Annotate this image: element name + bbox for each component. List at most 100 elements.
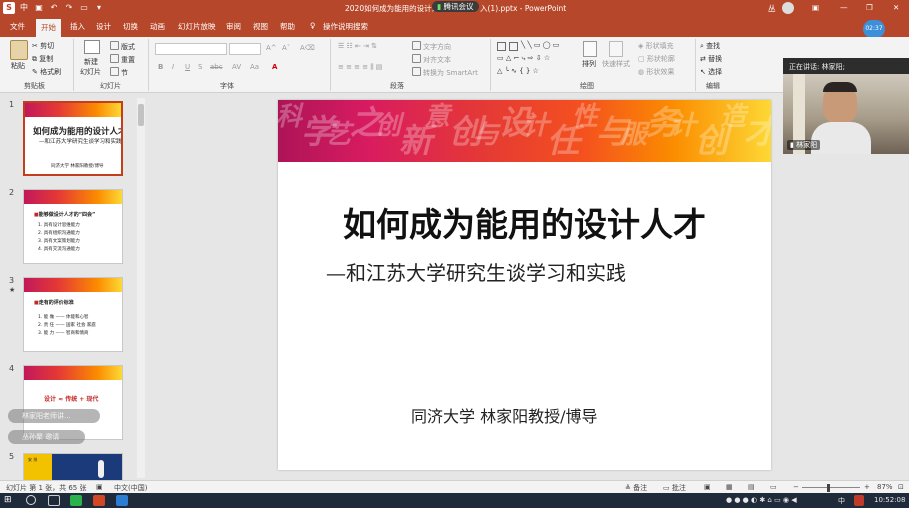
new-slide-button-line2[interactable]: 幻灯片 <box>80 67 101 77</box>
close-icon[interactable]: ✕ <box>893 3 899 12</box>
tab-slideshow[interactable]: 幻灯片放映 <box>178 21 216 32</box>
slide-thumbnail-4[interactable]: 设计 ≈ 传统 + 现代 <box>23 365 123 440</box>
text-direction-button[interactable]: 文字方向 <box>412 41 451 52</box>
quick-styles-button[interactable]: 快速样式 <box>602 59 630 69</box>
align-icons[interactable]: ≡ ≡ ≡ ≡ ⫼ ▤ <box>338 63 382 72</box>
zoom-slider-track[interactable] <box>802 487 860 488</box>
search-icon[interactable] <box>26 495 36 505</box>
slide-thumbnail-2[interactable]: ■能够做设计人才的“四会” 1. 具有设计思维能力 2. 具有组织沟通能力 3.… <box>23 189 123 264</box>
slide-sorter-icon[interactable]: ▦ <box>726 483 733 491</box>
font-name-combo[interactable] <box>155 43 227 55</box>
arrange-button[interactable]: 排列 <box>582 59 596 69</box>
slide-footer[interactable]: 同济大学 林家阳教授/博导 <box>411 403 597 427</box>
restore-icon[interactable]: ❐ <box>866 3 873 12</box>
zoom-slider-handle[interactable] <box>827 484 830 492</box>
shape-fill-button[interactable]: ◈ 形状填充 <box>638 41 674 51</box>
meeting-taskbar-icon[interactable] <box>116 495 128 506</box>
slide-subtitle[interactable]: —和江苏大学研究生谈学习和实践 <box>326 257 626 286</box>
thumbnail-scroll-thumb[interactable] <box>138 104 144 126</box>
ime-indicator[interactable]: 中 <box>18 2 30 14</box>
tab-animations[interactable]: 动画 <box>150 21 165 32</box>
main-slide[interactable]: 科学艺之创新意创与设计任性与服务计创造才 如何成为能用的设计人才 —和江苏大学研… <box>278 100 771 470</box>
shape-triangle-icon[interactable]: ▭ △ ⌐ ⤷ ⇨ ⇩ ☆ <box>497 54 550 63</box>
shape-outline-button[interactable]: ▢ 形状轮廓 <box>638 54 675 64</box>
normal-view-icon[interactable]: ▣ <box>704 483 711 491</box>
layout-button[interactable]: 版式 <box>110 41 135 52</box>
tab-help[interactable]: 帮助 <box>280 21 295 32</box>
slide-thumbnail-3[interactable]: ■走有的评价标准 1. 能 做 —— 体能和心智 2. 责 任 —— 国家 社会… <box>23 277 123 352</box>
font-color-icon[interactable]: A <box>272 63 277 71</box>
shape-textbox-icon[interactable] <box>509 42 518 51</box>
fit-slide-icon[interactable]: ⊡ <box>898 483 904 491</box>
font-size-combo[interactable] <box>229 43 261 55</box>
windows-start-icon[interactable]: ⊞ <box>4 495 16 506</box>
paste-icon[interactable] <box>10 40 28 60</box>
shape-arrow-icon[interactable]: △ ╰ ∿ { } ☆ <box>497 67 539 75</box>
slide-thumbnail-1[interactable]: 如何成为能用的设计人才 —和江苏大学研究生谈学习和实践 同济大学 林家阳教授/博… <box>23 101 123 176</box>
wechat-icon[interactable] <box>70 495 82 506</box>
grow-font-icon[interactable]: A^ <box>266 44 277 52</box>
zoom-in-button[interactable]: + <box>864 483 870 491</box>
char-spacing-icon[interactable]: AV <box>232 63 241 71</box>
select-button[interactable]: ↖ 选择 <box>700 67 722 77</box>
tell-me-search[interactable]: 操作说明搜索 <box>323 21 368 32</box>
comments-button[interactable]: ▭ 批注 <box>663 483 686 493</box>
replace-button[interactable]: ⇄ 替换 <box>700 54 722 64</box>
minimize-icon[interactable]: — <box>840 3 848 12</box>
tray-icons[interactable]: ● ● ● ◐ ✱ ⌂ ▭ ◉ ◀ <box>726 496 797 504</box>
thumbnail-scrollbar[interactable] <box>137 98 145 478</box>
new-slide-button[interactable]: 新建 <box>84 57 98 67</box>
undo-icon[interactable]: ↶ <box>48 2 60 14</box>
tab-design[interactable]: 设计 <box>96 21 111 32</box>
redo-icon[interactable]: ↷ <box>63 2 75 14</box>
slide-counter[interactable]: 幻灯片 第 1 张，共 65 张 <box>6 483 87 493</box>
slideshow-view-icon[interactable]: ▭ <box>770 483 777 491</box>
chat-notification[interactable]: 林家阳老师讲... <box>8 409 100 423</box>
present-icon[interactable]: ▭ <box>78 2 90 14</box>
slide-thumbnail-5[interactable]: 安 排 <box>23 453 123 480</box>
tab-transitions[interactable]: 切换 <box>123 21 138 32</box>
align-text-button[interactable]: 对齐文本 <box>412 54 451 65</box>
task-view-icon[interactable] <box>48 495 60 506</box>
smartart-button[interactable]: 转换为 SmartArt <box>412 67 478 78</box>
ribbon-display-icon[interactable]: ▣ <box>812 3 819 12</box>
shape-rect-icon[interactable] <box>497 42 506 51</box>
new-slide-icon[interactable] <box>84 40 100 54</box>
chat-notification[interactable]: 丛孙聚 邀请 <box>8 430 85 444</box>
shrink-font-icon[interactable]: Aˇ <box>282 44 290 52</box>
copy-button[interactable]: ⧉ 复制 <box>32 54 53 64</box>
zoom-level[interactable]: 87% <box>877 483 893 491</box>
meeting-timer[interactable]: 02:37 <box>863 20 885 38</box>
shape-effects-button[interactable]: ◍ 形状效果 <box>638 67 674 77</box>
find-button[interactable]: ⌕ 查找 <box>700 41 720 51</box>
quick-styles-icon[interactable] <box>609 41 623 57</box>
sogou-icon[interactable] <box>854 495 864 506</box>
zoom-out-button[interactable]: − <box>793 483 799 491</box>
clear-format-icon[interactable]: A⌫ <box>300 44 315 52</box>
meeting-badge[interactable]: ▮ 腾讯会议 <box>432 1 479 12</box>
tab-file[interactable]: 文件 <box>10 21 25 32</box>
spellcheck-icon[interactable]: ▣ <box>96 483 103 491</box>
customize-icon[interactable]: ▾ <box>93 2 105 14</box>
section-button[interactable]: 节 <box>110 67 128 78</box>
ime-tray[interactable]: 中 <box>838 496 845 506</box>
app-logo-icon[interactable]: S <box>3 2 15 14</box>
reset-button[interactable]: 重置 <box>110 54 135 65</box>
shape-line-icon[interactable]: ╲ ╲ ▭ ◯ ▭ <box>521 41 559 49</box>
user-avatar[interactable] <box>782 2 794 14</box>
tab-home[interactable]: 开始 <box>36 19 61 37</box>
notes-button[interactable]: ≜ 备注 <box>625 483 647 493</box>
reading-view-icon[interactable]: ▤ <box>748 483 755 491</box>
slide-title[interactable]: 如何成为能用的设计人才 <box>278 198 771 246</box>
language-indicator[interactable]: 中文(中国) <box>114 483 147 493</box>
powerpoint-taskbar-icon[interactable] <box>93 495 105 506</box>
bold-button[interactable]: B <box>158 63 163 71</box>
bullets-icon[interactable]: ☰ ☷ ⇤ ⇥ ⇅ <box>338 42 377 50</box>
tab-review[interactable]: 审阅 <box>226 21 241 32</box>
tab-insert[interactable]: 插入 <box>70 21 85 32</box>
format-painter-button[interactable]: ✎ 格式刷 <box>32 67 61 77</box>
underline-button[interactable]: U <box>185 63 190 71</box>
arrange-icon[interactable] <box>583 41 597 57</box>
shadow-button[interactable]: S <box>198 63 202 71</box>
save-icon[interactable]: ▣ <box>33 2 45 14</box>
